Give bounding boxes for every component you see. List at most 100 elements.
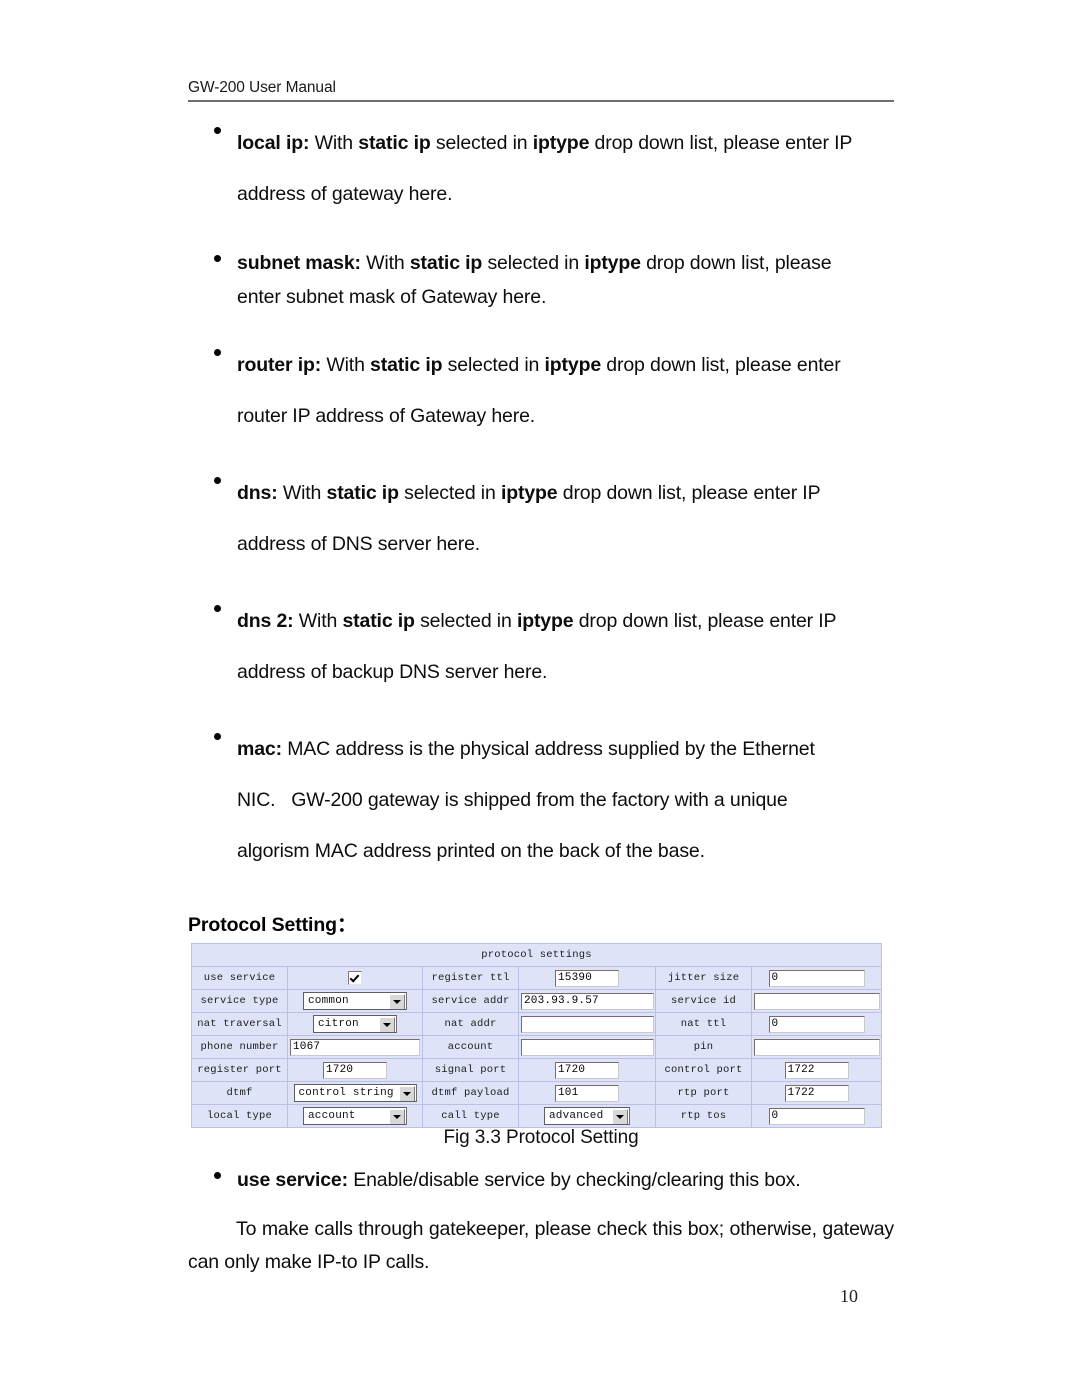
page-number: 10 — [840, 1286, 858, 1306]
field-label-dtmf: dtmf — [191, 1081, 288, 1105]
bullet-subnet-mask-term: subnet mask: — [237, 252, 361, 274]
bullet-subnet-mask-text: subnet mask: With static ip selected in … — [237, 252, 832, 308]
field-value-cell-use-service — [287, 966, 423, 990]
table-row: phone number 1067 account pin — [191, 1035, 883, 1059]
bullet-dot-icon — [214, 127, 221, 134]
input-rtp-tos[interactable]: 0 — [768, 1107, 865, 1125]
use-service-bullet-block: use service: Enable/disable service by c… — [188, 1163, 894, 1211]
bullet-use-service-text: use service: Enable/disable service by c… — [237, 1163, 894, 1197]
field-value-cell-rtp-port: 1722 — [750, 1081, 883, 1105]
field-label-phone-number: phone number — [191, 1035, 288, 1059]
table-row: dtmf control string dtmf payload 101 rtp por… — [191, 1081, 883, 1105]
chevron-down-icon[interactable] — [379, 1017, 395, 1032]
select-value-nat-traversal: citron — [318, 1018, 359, 1030]
input-account[interactable] — [521, 1038, 654, 1056]
bullet-use-service-rest: Enable/disable service by checking/clear… — [347, 1169, 801, 1191]
document-running-header: GW-200 User Manual — [188, 80, 894, 102]
select-call-type[interactable]: advanced — [544, 1107, 630, 1125]
select-value-call-type: advanced — [549, 1110, 604, 1122]
closing-paragraph-block: To make calls through gatekeeper, please… — [188, 1213, 894, 1279]
select-nat-traversal[interactable]: citron — [313, 1015, 397, 1033]
chevron-down-icon[interactable] — [389, 1109, 405, 1124]
field-value-cell-account — [518, 1035, 656, 1059]
bullet-use-service-term: use service: — [237, 1169, 348, 1191]
input-control-port[interactable]: 1722 — [784, 1061, 849, 1079]
select-dtmf[interactable]: control string — [293, 1084, 417, 1102]
protocol-setting-heading: Protocol Setting： — [188, 914, 357, 936]
input-rtp-port[interactable]: 1722 — [784, 1084, 849, 1102]
bullet-dot-icon — [214, 733, 221, 740]
document-page: GW-200 User Manual local ip: With static… — [0, 0, 1080, 1397]
field-label-pin: pin — [655, 1035, 752, 1059]
running-header-title: GW-200 User Manual — [188, 79, 336, 96]
select-value-local-type: account — [308, 1110, 356, 1122]
header-rule-divider — [188, 99, 894, 102]
field-label-rtp-port: rtp port — [655, 1081, 752, 1105]
field-label-service-type: service type — [191, 989, 288, 1013]
input-nat-addr[interactable] — [521, 1015, 654, 1033]
bullet-subnet-mask: subnet mask: With static ip selected in … — [188, 246, 894, 314]
bullet-router-ip-term: router ip: — [237, 354, 322, 376]
protocol-settings-table: protocol settings use service register tt… — [190, 943, 883, 1128]
field-label-local-type: local type — [191, 1104, 288, 1128]
input-service-id[interactable] — [754, 992, 880, 1010]
select-local-type[interactable]: account — [303, 1107, 407, 1125]
input-signal-port[interactable]: 1720 — [555, 1061, 619, 1079]
body-bullet-list: local ip: With static ip selected in ipt… — [188, 118, 894, 903]
select-value-service-type: common — [308, 995, 349, 1007]
field-label-dtmf-payload: dtmf payload — [422, 1081, 519, 1105]
field-value-cell-service-type: common — [287, 989, 423, 1013]
input-service-addr[interactable]: 203.93.9.57 — [521, 992, 654, 1010]
field-value-cell-jitter-size: 0 — [750, 966, 883, 990]
field-label-register-ttl: register ttl — [422, 966, 519, 990]
chevron-down-icon[interactable] — [612, 1109, 628, 1124]
field-label-rtp-tos: rtp tos — [655, 1104, 752, 1128]
field-label-control-port: control port — [655, 1058, 752, 1082]
field-label-nat-addr: nat addr — [422, 1012, 519, 1036]
bullet-dot-icon — [214, 477, 221, 484]
table-row: local type account call type advanced rtp to… — [191, 1104, 883, 1128]
field-value-cell-register-ttl: 15390 — [518, 966, 656, 990]
bullet-router-ip-text: router ip: With static ip selected in ip… — [237, 354, 841, 427]
field-value-cell-pin — [750, 1035, 883, 1059]
bullet-local-ip-text: local ip: With static ip selected in ipt… — [237, 132, 853, 205]
input-register-ttl[interactable]: 15390 — [555, 969, 619, 987]
chevron-down-icon[interactable] — [398, 1086, 415, 1101]
field-label-register-port: register port — [191, 1058, 288, 1082]
protocol-table-title-row: protocol settings — [190, 943, 883, 967]
input-register-port[interactable]: 1720 — [323, 1061, 387, 1079]
panel-title: protocol settings — [190, 943, 883, 967]
bullet-local-ip: local ip: With static ip selected in ipt… — [188, 118, 894, 220]
field-value-cell-service-id — [750, 989, 883, 1013]
input-pin[interactable] — [754, 1038, 880, 1056]
field-value-cell-nat-addr — [518, 1012, 656, 1036]
select-value-dtmf: control string — [298, 1087, 394, 1099]
checkbox-use-service[interactable] — [348, 971, 362, 985]
bullet-dns-text: dns: With static ip selected in iptype d… — [237, 482, 821, 555]
bullet-dot-icon — [214, 349, 221, 356]
bullet-dns-2: dns 2: With static ip selected in iptype… — [188, 596, 894, 698]
input-phone-number[interactable]: 1067 — [290, 1038, 420, 1056]
table-row: register port 1720 signal port 1720 control … — [191, 1058, 883, 1082]
field-label-use-service: use service — [191, 966, 288, 990]
bullet-mac-text: mac: MAC address is the physical address… — [237, 738, 815, 862]
input-nat-ttl[interactable]: 0 — [768, 1015, 865, 1033]
table-row: use service register ttl 15390 jitter size 0 — [191, 966, 883, 990]
input-jitter-size[interactable]: 0 — [768, 969, 865, 987]
field-value-cell-call-type: advanced — [518, 1104, 656, 1128]
field-value-cell-phone-number: 1067 — [287, 1035, 423, 1059]
field-value-cell-rtp-tos: 0 — [750, 1104, 883, 1128]
bullet-dns-2-term: dns 2: — [237, 610, 294, 632]
table-row: nat traversal citron nat addr nat ttl 0 — [191, 1012, 883, 1036]
bullet-dot-icon — [214, 605, 221, 612]
field-label-jitter-size: jitter size — [655, 966, 752, 990]
field-label-account: account — [422, 1035, 519, 1059]
chevron-down-icon[interactable] — [389, 994, 405, 1009]
input-dtmf-payload[interactable]: 101 — [555, 1084, 619, 1102]
bullet-dns: dns: With static ip selected in iptype d… — [188, 468, 894, 570]
field-value-cell-dtmf: control string — [287, 1081, 423, 1105]
field-value-cell-service-addr: 203.93.9.57 — [518, 989, 656, 1013]
select-service-type[interactable]: common — [303, 992, 407, 1010]
bullet-mac-term: mac: — [237, 738, 282, 760]
bullet-local-ip-term: local ip: — [237, 132, 310, 154]
